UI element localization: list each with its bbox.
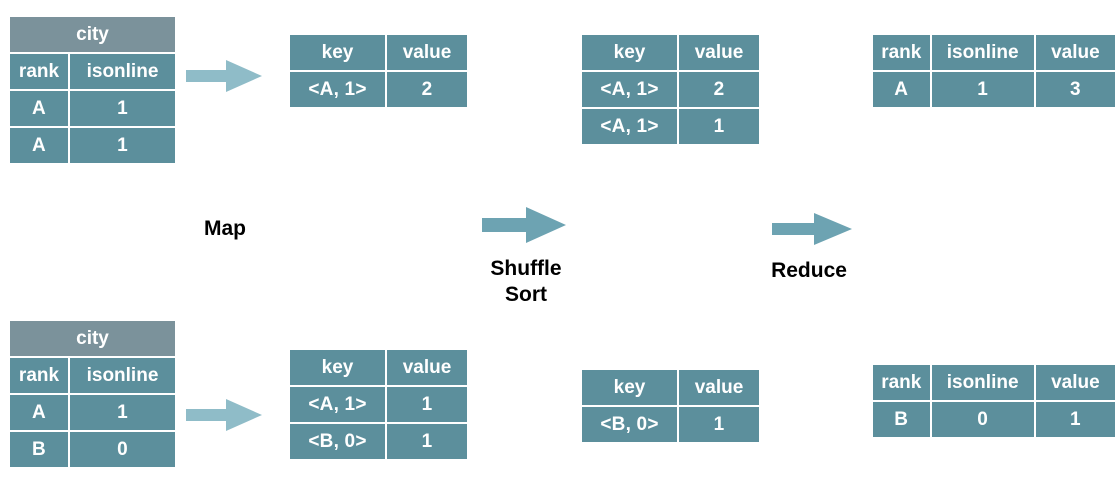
stage-label-shuffle-sort: Shuffle Sort	[490, 257, 562, 307]
table-header-row: key value	[290, 350, 467, 385]
cell-isonline: 1	[70, 395, 175, 430]
column-header-rank: rank	[10, 358, 68, 393]
table-title-row: city	[10, 17, 175, 52]
table-row: A 1 3	[873, 72, 1115, 107]
cell-rank: A	[10, 91, 68, 126]
table-row: A 1	[10, 128, 175, 163]
cell-value: 1	[1035, 402, 1115, 437]
column-header-key: key	[582, 370, 677, 405]
map-arrow-top-icon	[186, 58, 262, 94]
column-header-value: value	[679, 35, 759, 70]
column-header-isonline: isonline	[70, 358, 175, 393]
column-header-key: key	[582, 35, 677, 70]
table-header-row: rank isonline value	[873, 35, 1115, 70]
cell-value: 1	[387, 387, 467, 422]
table-row: <A, 1> 2	[582, 72, 759, 107]
cell-key: <B, 0>	[290, 424, 385, 459]
table-row: <A, 1> 1	[582, 109, 759, 144]
table-header-row: rank isonline value	[873, 365, 1115, 400]
column-header-value: value	[1035, 365, 1115, 400]
column-header-key: key	[290, 35, 385, 70]
column-header-isonline: isonline	[70, 54, 175, 89]
map-arrow-bottom-icon	[186, 397, 262, 433]
cell-rank: B	[10, 432, 68, 467]
cell-rank: A	[10, 128, 68, 163]
cell-value: 2	[387, 72, 467, 107]
cell-isonline: 0	[931, 402, 1034, 437]
table-title: city	[10, 17, 175, 52]
table-input-top: city rank isonline A 1 A 1	[8, 15, 177, 165]
cell-rank: A	[873, 72, 930, 107]
table-map-output-top: key value <A, 1> 2	[288, 33, 469, 109]
cell-key: <A, 1>	[290, 387, 385, 422]
column-header-value: value	[679, 370, 759, 405]
column-header-rank: rank	[873, 365, 930, 400]
cell-isonline: 1	[70, 128, 175, 163]
cell-key: <A, 1>	[582, 109, 677, 144]
table-header-row: key value	[582, 370, 759, 405]
column-header-value: value	[1035, 35, 1115, 70]
mapreduce-diagram: city rank isonline A 1 A 1 key value <A,…	[0, 0, 1117, 500]
cell-value: 3	[1035, 72, 1115, 107]
column-header-rank: rank	[873, 35, 930, 70]
table-row: <A, 1> 2	[290, 72, 467, 107]
table-reduce-output-top: rank isonline value A 1 3	[871, 33, 1117, 109]
cell-isonline: 1	[931, 72, 1034, 107]
cell-value: 1	[387, 424, 467, 459]
table-row: A 1	[10, 395, 175, 430]
table-title-row: city	[10, 321, 175, 356]
table-header-row: key value	[582, 35, 759, 70]
column-header-value: value	[387, 35, 467, 70]
reduce-arrow-icon	[772, 211, 852, 247]
table-header-row: key value	[290, 35, 467, 70]
table-row: A 1	[10, 91, 175, 126]
column-header-rank: rank	[10, 54, 68, 89]
cell-isonline: 1	[70, 91, 175, 126]
cell-key: <A, 1>	[582, 72, 677, 107]
table-row: B 0	[10, 432, 175, 467]
cell-key: <A, 1>	[290, 72, 385, 107]
cell-key: <B, 0>	[582, 407, 677, 442]
table-shuffle-output-bottom: key value <B, 0> 1	[580, 368, 761, 444]
stage-label-map: Map	[204, 217, 246, 240]
table-header-row: rank isonline	[10, 358, 175, 393]
table-row: <B, 0> 1	[290, 424, 467, 459]
table-header-row: rank isonline	[10, 54, 175, 89]
cell-value: 2	[679, 72, 759, 107]
cell-isonline: 0	[70, 432, 175, 467]
shuffle-sort-arrow-icon	[482, 205, 566, 245]
table-row: B 0 1	[873, 402, 1115, 437]
column-header-value: value	[387, 350, 467, 385]
cell-value: 1	[679, 407, 759, 442]
cell-rank: B	[873, 402, 930, 437]
column-header-key: key	[290, 350, 385, 385]
table-row: <B, 0> 1	[582, 407, 759, 442]
stage-label-reduce: Reduce	[771, 259, 847, 282]
cell-value: 1	[679, 109, 759, 144]
table-row: <A, 1> 1	[290, 387, 467, 422]
table-input-bottom: city rank isonline A 1 B 0	[8, 319, 177, 469]
column-header-isonline: isonline	[931, 35, 1034, 70]
table-title: city	[10, 321, 175, 356]
table-reduce-output-bottom: rank isonline value B 0 1	[871, 363, 1117, 439]
cell-rank: A	[10, 395, 68, 430]
table-shuffle-output-top: key value <A, 1> 2 <A, 1> 1	[580, 33, 761, 146]
table-map-output-bottom: key value <A, 1> 1 <B, 0> 1	[288, 348, 469, 461]
column-header-isonline: isonline	[931, 365, 1034, 400]
